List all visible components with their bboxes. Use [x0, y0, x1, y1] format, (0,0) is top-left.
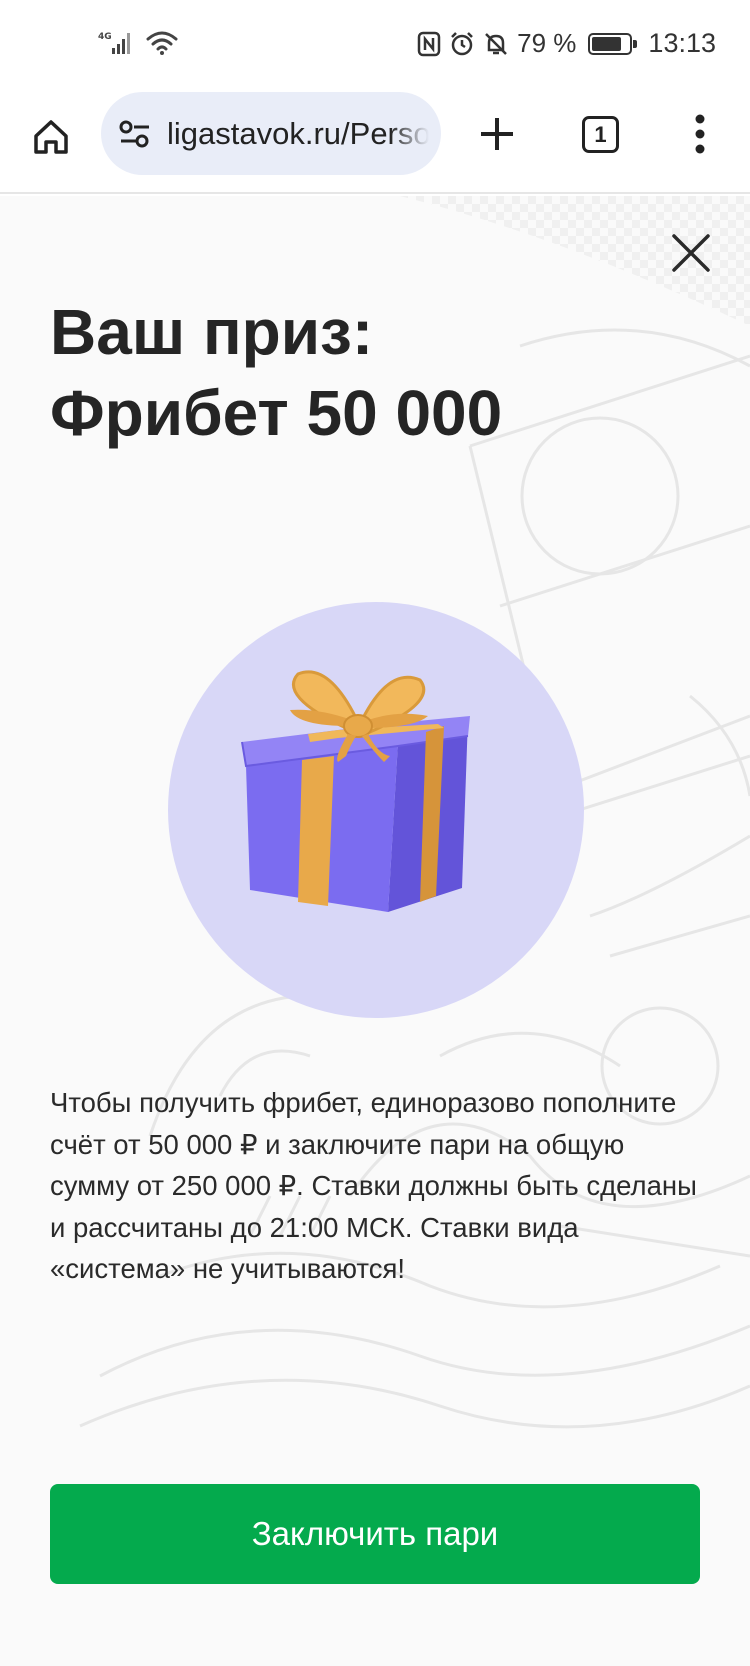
- home-button[interactable]: [28, 114, 74, 160]
- mute-icon: [483, 31, 509, 57]
- menu-button[interactable]: [682, 112, 718, 156]
- address-bar[interactable]: ligastavok.ru/Personal: [101, 92, 441, 175]
- clock: 13:13: [648, 28, 716, 58]
- browser-toolbar: ligastavok.ru/Personal 1: [0, 92, 750, 194]
- battery-fill: [592, 36, 621, 51]
- alarm-icon: [449, 31, 475, 57]
- status-right: 79 % 13:13: [417, 28, 716, 59]
- new-tab-button[interactable]: [475, 112, 519, 156]
- signal-icon: 4G: [98, 30, 134, 61]
- url-text[interactable]: ligastavok.ru/Personal: [167, 116, 429, 152]
- site-settings-icon[interactable]: [117, 116, 153, 152]
- close-icon[interactable]: [670, 232, 712, 274]
- prize-modal: Ваш приз: Фрибет 50 000 Чтобы получить ф…: [0, 196, 750, 1666]
- more-vert-icon: [695, 114, 705, 154]
- battery-percent: 79 %: [517, 28, 577, 58]
- tabs-button[interactable]: 1: [582, 116, 619, 153]
- prize-title-line1: Ваш приз:: [50, 296, 374, 368]
- plus-icon: [481, 118, 513, 150]
- gift-box-icon: [241, 670, 470, 912]
- home-icon: [34, 120, 68, 154]
- status-left: 4G: [98, 30, 178, 61]
- battery-icon: [588, 32, 638, 55]
- nfc-icon: [417, 31, 441, 57]
- wifi-icon: [146, 30, 178, 61]
- prize-title-line2: Фрибет 50 000: [50, 377, 503, 449]
- svg-text:4G: 4G: [98, 32, 112, 42]
- place-bet-button[interactable]: Заключить пари: [50, 1484, 700, 1584]
- prize-title: Ваш приз: Фрибет 50 000: [50, 292, 690, 454]
- status-bar: 4G 79 % 13:13: [0, 0, 750, 92]
- prize-description: Чтобы получить фрибет, единоразово попол…: [50, 1087, 697, 1284]
